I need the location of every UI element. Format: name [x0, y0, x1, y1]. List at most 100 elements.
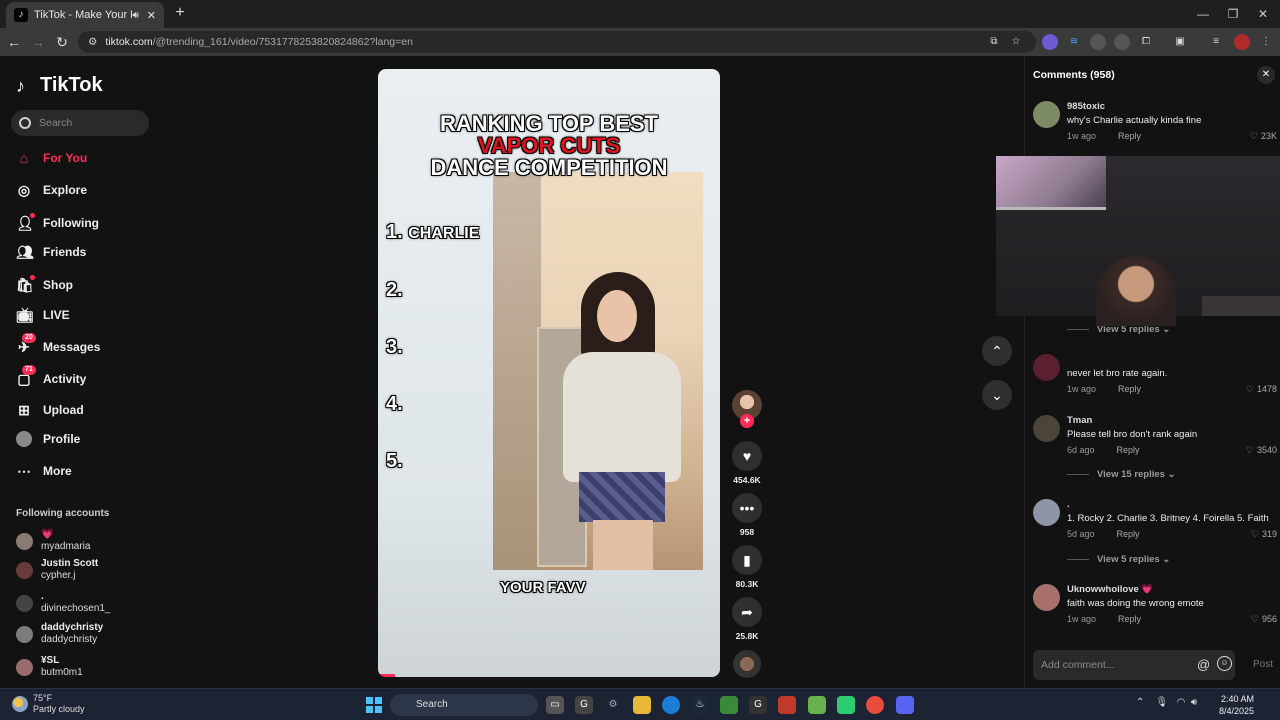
- sidebar-item-live[interactable]: 📺︎ LIVE: [16, 303, 70, 327]
- discord-icon[interactable]: [896, 696, 914, 714]
- following-account[interactable]: Justin Scott cypher.j: [16, 558, 98, 582]
- weather-widget[interactable]: 75°F Partly cloudy: [12, 693, 85, 715]
- sidebar-item-shop[interactable]: 🛍︎ Shop: [16, 273, 73, 297]
- split-view-icon[interactable]: ▣: [1172, 34, 1188, 50]
- system-tray[interactable]: ⌃ 🎙︎ ◠ 🔊︎: [1136, 697, 1197, 708]
- sidebar-item-for-you[interactable]: ⌂ For You: [16, 146, 87, 170]
- reply-button[interactable]: Reply: [1117, 529, 1140, 539]
- new-tab-button[interactable]: +: [170, 4, 190, 24]
- comment-likes[interactable]: ♡ 956: [1251, 614, 1277, 625]
- steam-icon[interactable]: ♨: [691, 696, 709, 714]
- app-icon[interactable]: [778, 696, 796, 714]
- start-button[interactable]: [366, 697, 382, 713]
- app-icon[interactable]: G: [749, 696, 767, 714]
- video-progress-bar[interactable]: [378, 674, 396, 677]
- minimize-button[interactable]: —: [1188, 4, 1218, 24]
- comment-likes[interactable]: ♡ 319: [1251, 529, 1277, 540]
- following-account[interactable]: daddychristy daddychristy: [16, 622, 103, 646]
- like-action[interactable]: ♥ 454.6K: [732, 441, 762, 485]
- edge-browser-icon[interactable]: [662, 696, 680, 714]
- comment-user[interactable]: 985toxic: [1067, 101, 1105, 112]
- extension-icon[interactable]: [1114, 34, 1130, 50]
- forward-button[interactable]: →: [28, 32, 48, 52]
- mention-icon[interactable]: @: [1197, 657, 1210, 672]
- reload-button[interactable]: ↻: [52, 32, 72, 52]
- search-input[interactable]: Search: [11, 110, 149, 136]
- sidebar-item-friends[interactable]: 👥︎ Friends: [16, 240, 86, 264]
- following-account[interactable]: . divinechosen1_: [16, 591, 111, 615]
- reply-button[interactable]: Reply: [1118, 614, 1141, 624]
- emoji-icon[interactable]: ☺: [1217, 656, 1232, 671]
- file-explorer-icon[interactable]: [633, 696, 651, 714]
- follow-plus-button[interactable]: +: [740, 414, 754, 428]
- sidebar-item-following[interactable]: 👤︎ Following: [16, 211, 99, 235]
- comment-user[interactable]: Tman: [1067, 415, 1092, 426]
- sidebar-item-more[interactable]: ⋯ More: [16, 459, 72, 483]
- view-replies-button[interactable]: View 15 replies ⌄: [1067, 469, 1176, 480]
- previous-video-button[interactable]: ⌃: [982, 336, 1012, 366]
- post-button[interactable]: Post: [1253, 659, 1273, 670]
- close-comments-button[interactable]: ✕: [1257, 66, 1275, 84]
- comment-icon[interactable]: •••: [732, 493, 762, 523]
- avatar[interactable]: [1033, 584, 1060, 611]
- video-player[interactable]: RANKING TOP BEST VAPOR CUTS DANCE COMPET…: [378, 69, 720, 677]
- share-icon[interactable]: ➦: [732, 597, 762, 627]
- sidebar-item-activity[interactable]: ▢ 71 Activity: [16, 365, 86, 391]
- restore-button[interactable]: ❐: [1218, 4, 1248, 24]
- save-action[interactable]: ▮ 80.3K: [732, 545, 762, 589]
- sidebar-item-explore[interactable]: ◎ Explore: [16, 178, 87, 202]
- bookmark-icon[interactable]: ▮: [732, 545, 762, 575]
- avatar[interactable]: [1033, 101, 1060, 128]
- microphone-icon[interactable]: 🎙︎: [1156, 697, 1169, 708]
- volume-icon[interactable]: 🔊︎: [1191, 697, 1197, 708]
- music-disc[interactable]: [733, 650, 761, 678]
- chrome-browser-icon[interactable]: [866, 696, 884, 714]
- install-app-icon[interactable]: ⧉: [986, 34, 1002, 50]
- tiktok-logo[interactable]: ♪ TikTok: [16, 74, 103, 97]
- sidebar-item-profile[interactable]: Profile: [16, 427, 80, 451]
- comment-likes[interactable]: ♡ 23K: [1250, 131, 1277, 142]
- share-action[interactable]: ➦ 25.8K: [732, 597, 762, 641]
- extension-icon[interactable]: [1090, 34, 1106, 50]
- browser-tab[interactable]: ♪ TikTok - Make Your Day 🔊︎ ✕: [6, 2, 164, 28]
- app-icon[interactable]: G: [575, 696, 593, 714]
- reply-button[interactable]: Reply: [1118, 384, 1141, 394]
- app-icon[interactable]: [720, 696, 738, 714]
- avatar[interactable]: [1033, 354, 1060, 381]
- settings-gear-icon[interactable]: ⚙: [604, 696, 622, 714]
- close-tab-icon[interactable]: ✕: [147, 9, 156, 22]
- heart-icon[interactable]: ♥: [732, 441, 762, 471]
- comment-likes[interactable]: ♡ 1478: [1246, 384, 1277, 395]
- extension-icon[interactable]: [1042, 34, 1058, 50]
- back-button[interactable]: ←: [4, 32, 24, 52]
- speaker-icon[interactable]: 🔊︎: [132, 10, 138, 21]
- comment-likes[interactable]: ♡ 3540: [1246, 445, 1277, 456]
- app-icon[interactable]: [808, 696, 826, 714]
- extension-wave-icon[interactable]: ≋: [1066, 34, 1082, 50]
- avatar[interactable]: [1033, 499, 1060, 526]
- app-icon[interactable]: [837, 696, 855, 714]
- system-clock[interactable]: 2:40 AM 8/4/2025: [1214, 693, 1254, 717]
- reply-button[interactable]: Reply: [1118, 131, 1141, 141]
- view-replies-button[interactable]: View 5 replies ⌄: [1067, 554, 1170, 565]
- address-bar[interactable]: ⚙︎ tiktok.com/@trending_161/video/753177…: [78, 31, 1036, 53]
- reply-button[interactable]: Reply: [1117, 445, 1140, 455]
- bookmark-star-icon[interactable]: ☆: [1008, 34, 1024, 50]
- comment-action[interactable]: ••• 958: [732, 493, 762, 537]
- menu-kebab-icon[interactable]: ⋮: [1258, 34, 1274, 50]
- taskbar-search[interactable]: Search: [390, 694, 538, 716]
- sidebar-item-upload[interactable]: ⊞ Upload: [16, 398, 84, 422]
- task-view-icon[interactable]: ▭: [546, 696, 564, 714]
- sidebar-item-messages[interactable]: ✈︎ 20 Messages: [16, 333, 100, 359]
- site-info-icon[interactable]: ⚙︎: [88, 36, 97, 48]
- next-video-button[interactable]: ⌄: [982, 380, 1012, 410]
- following-account[interactable]: ¥SL butm0m1: [16, 655, 83, 679]
- media-queue-icon[interactable]: ≡: [1208, 34, 1224, 50]
- avatar[interactable]: [1033, 415, 1060, 442]
- chevron-up-icon[interactable]: ⌃: [1136, 697, 1144, 708]
- following-account[interactable]: 💗 myadmaria: [16, 529, 90, 553]
- extensions-puzzle-icon[interactable]: ⧠: [1138, 34, 1154, 50]
- profile-avatar[interactable]: [1234, 34, 1250, 50]
- close-window-button[interactable]: ✕: [1248, 4, 1278, 24]
- comment-user[interactable]: Uknowwhoilove 💗: [1067, 584, 1153, 595]
